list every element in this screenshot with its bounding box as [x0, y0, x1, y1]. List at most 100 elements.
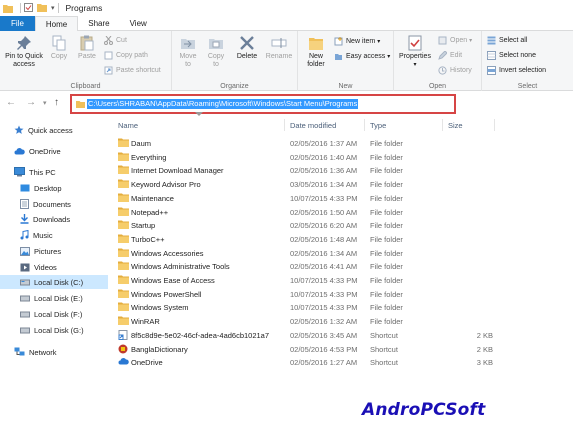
table-row[interactable]: Windows Accessories 02/05/2016 1:34 AM Fil… [108, 246, 508, 260]
sidebar-item-pictures[interactable]: Pictures [0, 244, 108, 258]
sidebar-item-local-disk-f[interactable]: Local Disk (F:) [0, 307, 108, 321]
table-row[interactable]: Windows Administrative Tools 02/05/2016 4… [108, 259, 508, 273]
table-row[interactable]: Windows System 10/07/2015 4:33 PM File fol… [108, 300, 508, 314]
invert-selection-button[interactable]: Invert selection [487, 66, 546, 75]
select-group-label: Select [517, 83, 538, 90]
column-divider[interactable] [442, 119, 443, 131]
easy-access-button[interactable]: Easy access ▾ [334, 52, 390, 61]
table-row[interactable]: WinRAR 02/05/2016 1:32 AM File folder [108, 314, 508, 328]
sidebar-item-local-disk-g[interactable]: Local Disk (G:) [0, 323, 108, 337]
tab-share[interactable]: Share [78, 16, 119, 31]
tab-home[interactable]: Home [34, 16, 79, 31]
file-type: Shortcut [370, 358, 398, 368]
sidebar-item-local-disk-c[interactable]: Local Disk (C:) [0, 275, 108, 289]
address-bar[interactable]: C:\Users\SHRABAN\AppData\Roaming\Microso… [70, 94, 456, 114]
folder-icon [118, 248, 129, 259]
table-row[interactable]: Daum 02/05/2016 1:37 AM File folder [108, 136, 508, 150]
tab-view[interactable]: View [120, 16, 157, 31]
column-date-modified[interactable]: Date modified [290, 121, 336, 130]
edit-button[interactable]: Edit [438, 51, 462, 60]
column-divider[interactable] [494, 119, 495, 131]
table-row[interactable]: Notepad++ 02/05/2016 1:50 AM File folder [108, 205, 508, 219]
select-none-label: Select none [499, 52, 536, 59]
column-size[interactable]: Size [448, 121, 463, 130]
file-date-modified: 02/05/2016 1:32 AM [290, 317, 358, 327]
new-group: New folder New item ▾ Easy access ▾ New [298, 31, 394, 91]
new-item-button[interactable]: New item ▾ [334, 37, 380, 46]
table-row[interactable]: OneDrive 02/05/2016 1:27 AM Shortcut 3 KB [108, 355, 508, 369]
properties-button[interactable]: Properties ▾ [397, 35, 433, 69]
new-item-icon [334, 37, 343, 46]
scissors-icon [104, 36, 113, 45]
table-row[interactable]: Maintenance 10/07/2015 4:33 PM File folder [108, 191, 508, 205]
dictionary-icon [118, 344, 128, 356]
column-name[interactable]: Name [118, 121, 138, 130]
move-to-button[interactable]: Move to [176, 35, 200, 69]
new-folder-quick-icon[interactable] [37, 3, 47, 14]
sidebar-item-quick-access[interactable]: Quick access [0, 123, 108, 137]
column-divider[interactable] [364, 119, 365, 131]
file-type: File folder [370, 152, 403, 162]
copy-button[interactable]: Copy [48, 35, 70, 61]
pin-to-quick-access-button[interactable]: Pin to Quick access [3, 35, 45, 69]
cut-button[interactable]: Cut [104, 36, 127, 45]
file-name: TurboC++ [131, 234, 165, 244]
table-row[interactable]: Startup 02/05/2016 6:20 AM File folder [108, 218, 508, 232]
chevron-down-icon: ▾ [413, 62, 417, 68]
clipboard-group: Pin to Quick access Copy Paste Cut Copy … [0, 31, 172, 91]
table-row[interactable]: TurboC++ 02/05/2016 1:48 AM File folder [108, 232, 508, 246]
sidebar-item-local-disk-e[interactable]: Local Disk (E:) [0, 291, 108, 305]
new-folder-button[interactable]: New folder [302, 35, 330, 69]
copy-to-icon [209, 39, 223, 49]
chevron-down-icon[interactable]: ▾ [51, 4, 55, 12]
table-row[interactable]: 8f5c8d9e-5e02-46cf-adea-4ad6cb1021a7 02/0… [108, 328, 508, 342]
properties-quick-icon[interactable] [24, 2, 33, 14]
chevron-down-icon[interactable]: ▾ [43, 99, 47, 107]
open-button[interactable]: Open ▾ [438, 36, 472, 45]
sidebar-item-desktop[interactable]: Desktop [0, 181, 108, 195]
address-path[interactable]: C:\Users\SHRABAN\AppData\Roaming\Microso… [87, 99, 359, 109]
table-row[interactable]: Windows PowerShell 10/07/2015 4:33 PM File… [108, 287, 508, 301]
select-none-button[interactable]: Select none [487, 51, 536, 60]
file-name: Startup [131, 221, 156, 231]
history-button[interactable]: History [438, 66, 472, 75]
open-icon [438, 36, 447, 45]
sidebar-item-music[interactable]: Music [0, 228, 108, 242]
select-all-button[interactable]: Select all [487, 36, 527, 45]
sidebar-item-documents[interactable]: Documents [0, 197, 108, 211]
paste-shortcut-button[interactable]: Paste shortcut [104, 66, 161, 75]
pin-label-line1: Pin to Quick [5, 53, 43, 60]
table-row[interactable]: Everything 02/05/2016 1:40 AM File folder [108, 150, 508, 164]
column-type[interactable]: Type [370, 121, 386, 130]
easy-access-label: Easy access [346, 53, 386, 60]
column-divider[interactable] [284, 119, 285, 131]
table-row[interactable]: Internet Download Manager 02/05/2016 1:36… [108, 163, 508, 177]
table-row[interactable]: Keyword Advisor Pro 03/05/2016 1:34 AM Fil… [108, 177, 508, 191]
new-group-label: New [338, 83, 353, 90]
copy-to-label-line1: Copy [207, 53, 225, 60]
back-arrow-icon[interactable]: ← [6, 97, 16, 108]
invert-selection-label: Invert selection [499, 67, 547, 74]
copy-path-button[interactable]: Copy path [104, 51, 148, 60]
music-icon [20, 230, 29, 240]
sidebar-item-downloads[interactable]: Downloads [0, 212, 108, 226]
sidebar-item-onedrive[interactable]: OneDrive [0, 144, 108, 158]
up-arrow-icon[interactable]: ↑ [54, 97, 59, 108]
sidebar-item-videos[interactable]: Videos [0, 260, 108, 274]
table-row[interactable]: BanglaDictionary 02/05/2016 4:53 PM Shortc… [108, 342, 508, 356]
edit-icon [438, 51, 447, 60]
forward-arrow-icon[interactable]: → [26, 97, 36, 108]
sidebar-item-network[interactable]: Network [0, 345, 108, 359]
delete-button[interactable]: Delete [234, 35, 260, 61]
table-row[interactable]: Windows Ease of Access 10/07/2015 4:33 PM… [108, 273, 508, 287]
file-date-modified: 02/05/2016 4:41 AM [290, 262, 358, 272]
rename-button[interactable]: Rename [264, 35, 294, 61]
file-name: BanglaDictionary [131, 344, 188, 354]
copy-to-button[interactable]: Copy to [204, 35, 228, 69]
tab-file[interactable]: File [0, 16, 35, 31]
file-type: File folder [370, 180, 403, 190]
paste-button[interactable]: Paste [76, 35, 98, 61]
cloud-icon [14, 148, 25, 155]
folder-icon [118, 289, 129, 300]
sidebar-item-this-pc[interactable]: This PC [0, 165, 108, 179]
